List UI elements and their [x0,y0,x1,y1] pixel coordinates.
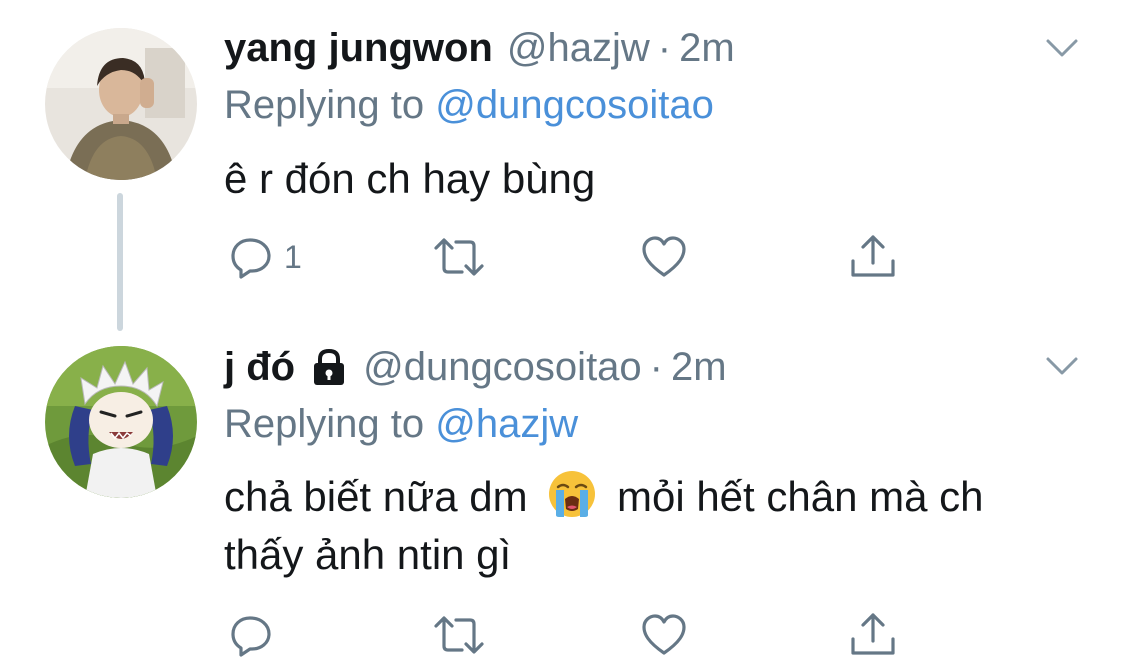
tweet-text: ê r đón ch hay bùng [224,150,595,208]
like-button[interactable] [640,232,688,282]
chevron-down-icon[interactable] [1044,30,1080,66]
tweet-header: yang jungwon @hazjw · 2m [224,24,735,72]
reply-icon [231,616,271,657]
heart-icon [642,614,686,655]
display-name[interactable]: j đó [224,343,295,391]
tweet-text-line: thấy ảnh ntin gì [224,531,512,578]
replying-to: Replying to @dungcosoitao [224,83,714,128]
replying-to-handle[interactable]: @hazjw [435,402,578,446]
retweet-icon [434,616,484,654]
retweet-button[interactable] [432,610,486,660]
replying-to-label: Replying to [224,402,425,446]
tweet-text: chả biết nữa dm mỏi hết chân mà ch thấy … [224,468,983,584]
user-handle[interactable]: @dungcosoitao [363,343,642,391]
tweet-header: j đó @dungcosoitao · 2m [224,343,727,391]
share-button[interactable] [848,232,898,282]
display-name[interactable]: yang jungwon [224,24,493,72]
chevron-down-icon[interactable] [1044,348,1080,384]
retweet-button[interactable] [432,232,486,282]
share-icon [851,235,895,277]
thread-connector-line [117,193,123,331]
replying-to-label: Replying to [224,83,425,127]
replying-to: Replying to @hazjw [224,402,578,447]
replying-to-handle[interactable]: @dungcosoitao [435,83,714,127]
heart-icon [642,236,686,277]
avatar-yang-jungwon[interactable] [45,28,197,180]
share-button[interactable] [848,610,898,660]
like-button[interactable] [640,610,688,660]
user-handle[interactable]: @hazjw [507,24,650,72]
tweet-text-line: chả biết nữa dm mỏi hết chân mà ch [224,468,983,526]
tweet-text-line: ê r đón ch hay bùng [224,155,596,202]
reply-icon [231,238,271,279]
lock-icon [314,348,345,385]
separator-dot: · [657,26,672,70]
timestamp[interactable]: 2m [671,343,727,391]
timestamp[interactable]: 2m [679,24,735,72]
tweet-text-segment: chả biết nữa dm [224,473,528,520]
share-icon [851,613,895,655]
loudly-crying-face-emoji [549,471,596,517]
reply-button[interactable] [228,610,284,660]
tweet-text-segment: mỏi hết chân mà ch [616,473,984,520]
retweet-icon [434,238,484,276]
reply-count: 1 [284,238,302,275]
separator-dot: · [649,345,663,389]
avatar-j-do[interactable] [45,346,197,498]
reply-button[interactable]: 1 [228,232,302,282]
